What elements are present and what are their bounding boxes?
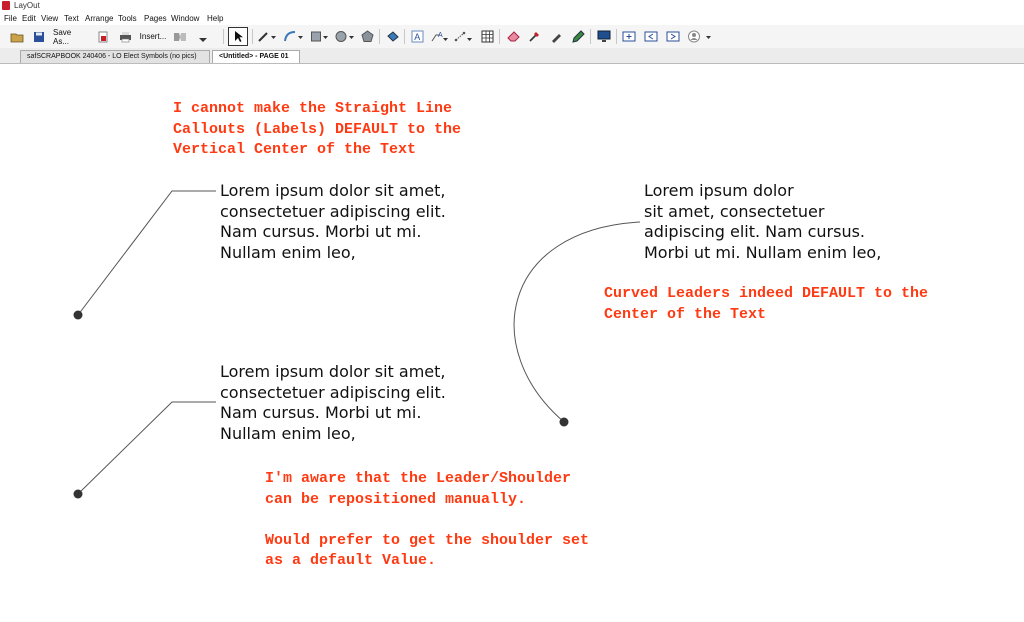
straight-leader-1[interactable] [77, 190, 216, 316]
leader-anchor-point-1[interactable] [73, 310, 83, 320]
leader-lines-layer [73, 190, 641, 499]
straight-leader-2[interactable] [77, 401, 216, 495]
leader-anchor-point-curved[interactable] [559, 417, 569, 427]
curved-leader[interactable] [513, 221, 641, 423]
leader-anchor-point-2[interactable] [73, 489, 83, 499]
